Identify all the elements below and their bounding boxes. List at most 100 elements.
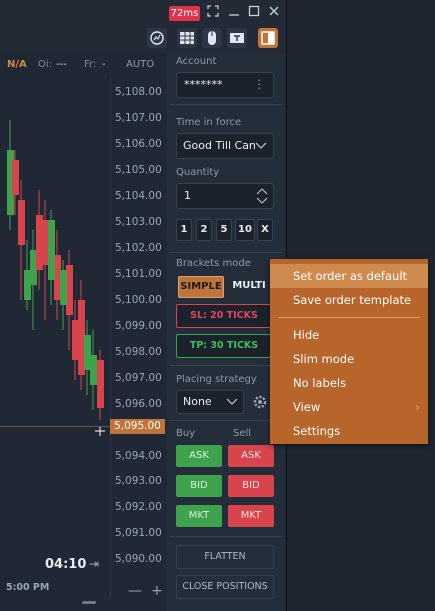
sell-ask-button[interactable]: ASK — [228, 445, 274, 467]
sell-market-button[interactable]: MKT — [228, 505, 274, 527]
quick-qty-10[interactable]: 10 — [235, 219, 255, 241]
maximize-icon[interactable] — [246, 4, 262, 22]
placing-strategy-value: None — [183, 395, 212, 408]
fr-value: - — [102, 59, 106, 70]
candle-body — [97, 360, 104, 408]
candle-body — [78, 300, 85, 375]
fullscreen-icon[interactable] — [205, 4, 221, 22]
price-axis-divider — [110, 78, 111, 598]
fr-label: Fr: — [84, 59, 97, 70]
price-tick-label: 5,106.00 — [115, 138, 162, 150]
buy-market-button[interactable]: MKT — [176, 505, 222, 527]
candle-body — [60, 270, 67, 305]
price-tick-label: 5,101.00 — [115, 268, 162, 280]
stepper-arrows-icon[interactable] — [255, 186, 269, 209]
menu-item-settings[interactable]: Settings — [270, 419, 428, 443]
chart-scroll-handle[interactable] — [82, 601, 96, 604]
menu-item-view-label: View — [293, 400, 321, 414]
quantity-label: Quantity — [176, 167, 220, 178]
gear-icon[interactable] — [250, 392, 270, 412]
account-value: ******* — [184, 78, 223, 91]
account-select[interactable]: ******* ⋮ — [176, 72, 274, 98]
price-tick-label: 5,102.00 — [115, 242, 162, 254]
mouse-icon[interactable] — [202, 28, 222, 48]
chevron-right-icon: › — [415, 400, 420, 414]
menu-item-hide[interactable]: Hide — [270, 323, 428, 347]
candle-body — [42, 220, 49, 265]
tif-label: Time in force — [176, 117, 242, 128]
auto-scale-toggle[interactable]: AUTO — [126, 54, 154, 76]
account-label: Account — [176, 56, 217, 67]
symbol-label: N/A — [7, 59, 27, 70]
dom-grid-icon[interactable] — [177, 28, 197, 48]
take-profit-button[interactable]: TP: 30 TICKS — [176, 334, 272, 358]
oi-value: --- — [56, 59, 67, 70]
price-tick-label: 5,104.00 — [115, 190, 162, 202]
time-axis-label: 5:00 PM — [6, 582, 50, 593]
latency-badge: 72ms — [169, 6, 200, 21]
sell-label: Sell — [233, 428, 252, 439]
candle-body — [90, 355, 97, 385]
candle-body — [54, 255, 61, 300]
tif-value: Good Till Can — [183, 139, 256, 152]
menu-item-slim-mode[interactable]: Slim mode — [270, 347, 428, 371]
menu-divider — [278, 317, 420, 318]
more-vertical-icon[interactable]: ⋮ — [254, 77, 266, 91]
price-tick-label: 5,096.00 — [115, 398, 162, 410]
sell-bid-button[interactable]: BID — [228, 475, 274, 497]
current-price-label: 5,095.00 — [110, 419, 165, 434]
candlestick-series — [7, 120, 105, 436]
current-price-line — [0, 426, 110, 427]
zoom-out-button[interactable]: — — [128, 583, 142, 599]
menu-item-set-order-default[interactable]: Set order as default — [270, 264, 428, 288]
candle-body — [12, 160, 19, 195]
placing-strategy-select[interactable]: None — [176, 390, 244, 414]
price-tick-label: 5,090.00 — [115, 553, 162, 565]
candle-body — [18, 200, 25, 245]
candle-body — [66, 265, 73, 315]
price-tick-label: 5,097.00 — [115, 372, 162, 384]
oi-label: Oi: — [38, 59, 53, 70]
price-tick-label: 5,103.00 — [115, 216, 162, 228]
candle-body — [30, 250, 37, 285]
zoom-in-button[interactable]: + — [151, 583, 163, 599]
order-ticket-icon[interactable] — [227, 28, 247, 48]
panel-toggle-icon[interactable] — [258, 28, 278, 48]
mode-simple-button[interactable]: SIMPLE — [178, 276, 224, 298]
time-in-force-select[interactable]: Good Till Can — [176, 133, 274, 159]
buy-bid-button[interactable]: BID — [176, 475, 222, 497]
price-tick-label: 5,105.00 — [115, 164, 162, 176]
stop-loss-button[interactable]: SL: 20 TICKS — [176, 304, 272, 328]
divider — [170, 420, 282, 421]
bar-timer: 04:10 — [45, 557, 87, 572]
minimize-icon[interactable] — [226, 4, 242, 22]
title-bar: 72ms — [0, 0, 286, 26]
price-tick-label: 5,094.00 — [115, 450, 162, 462]
chevron-down-icon — [255, 140, 267, 154]
mode-multi-button[interactable]: MULTI — [228, 276, 270, 296]
quick-qty-1[interactable]: 1 — [176, 219, 192, 241]
buy-ask-button[interactable]: ASK — [176, 445, 222, 467]
quick-qty-clear[interactable]: X — [257, 219, 273, 241]
quantity-stepper[interactable]: 1 — [176, 183, 274, 209]
price-tick-label: 5,107.00 — [115, 112, 162, 124]
quantity-value: 1 — [184, 189, 191, 202]
brackets-label: Brackets mode — [176, 258, 251, 269]
quick-qty-2[interactable]: 2 — [196, 219, 212, 241]
placing-strategy-label: Placing strategy — [176, 374, 257, 385]
divider — [170, 365, 282, 366]
close-icon[interactable] — [266, 4, 282, 22]
candle-body — [36, 215, 43, 270]
menu-item-view[interactable]: View › — [270, 395, 428, 419]
candle-body — [24, 270, 31, 300]
scroll-to-end-icon[interactable]: ⇥ — [89, 557, 99, 571]
crosshair-chart-icon[interactable] — [147, 28, 167, 48]
flatten-button[interactable]: FLATTEN — [176, 545, 274, 569]
menu-item-no-labels[interactable]: No labels — [270, 371, 428, 395]
close-positions-button[interactable]: CLOSE POSITIONS — [176, 575, 274, 599]
quick-qty-5[interactable]: 5 — [216, 219, 232, 241]
candle-body — [48, 220, 55, 280]
menu-item-save-order-template[interactable]: Save order template — [270, 288, 428, 312]
crosshair-cursor — [95, 426, 105, 436]
candle-body — [72, 320, 79, 360]
